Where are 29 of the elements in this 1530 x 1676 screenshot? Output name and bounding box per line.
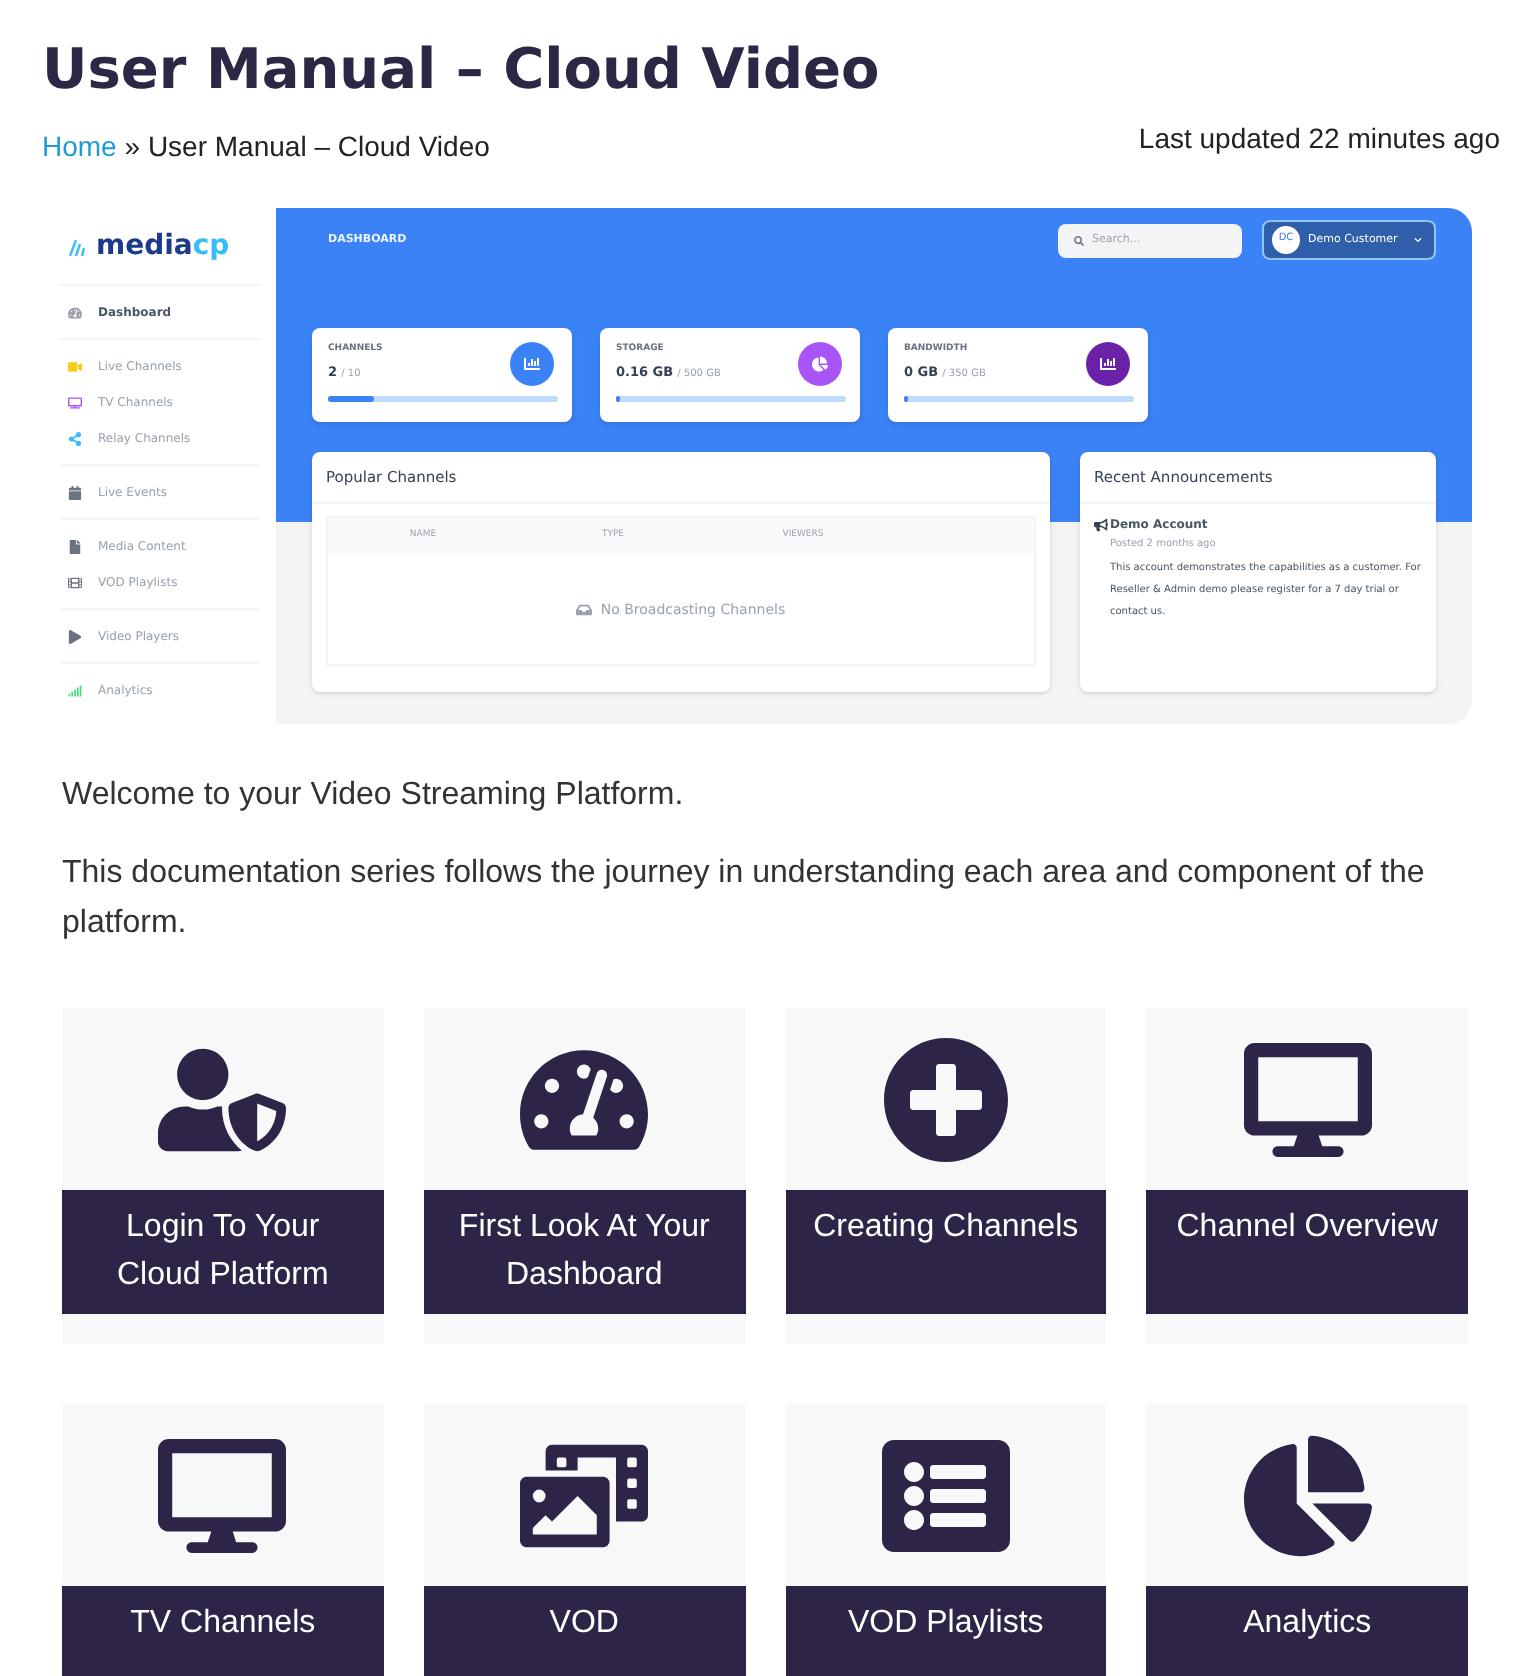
pie-chart-icon (1243, 1431, 1372, 1559)
paragraph: Welcome to your Video Streaming Platform. (62, 776, 686, 816)
paragraph: This documentation series follows the journey in understanding each area and component of the platform. (62, 854, 1427, 944)
tile-label: Analytics (1146, 1586, 1468, 1676)
tile-label: VOD (423, 1586, 745, 1676)
logo-icon (68, 236, 88, 256)
caret-icon (1413, 236, 1422, 244)
guide-tile[interactable]: TV Channels (62, 1404, 384, 1676)
guide-tile[interactable]: VOD Playlists (785, 1404, 1107, 1676)
search-icon (1074, 235, 1084, 245)
page-title: User Manual – Cloud Video (42, 34, 882, 106)
breadcrumb-current: User Manual – Cloud Video (147, 130, 490, 162)
guide-tile[interactable]: Creating Channels (785, 1008, 1107, 1344)
guide-tile[interactable]: Channel Overview (1146, 1008, 1468, 1344)
tile-label: TV Channels (62, 1586, 384, 1676)
last-updated: Last updated 22 minutes ago (1138, 120, 1500, 158)
tile-label: Channel Overview (1146, 1190, 1468, 1314)
tile-label: Creating Channels (785, 1190, 1107, 1314)
logo: mediacp (96, 232, 230, 260)
tile-label: First Look At Your Dashboard (423, 1190, 745, 1314)
tile-label: VOD Playlists (785, 1586, 1107, 1676)
breadcrumb-separator: » (122, 130, 143, 162)
inbox-icon (576, 601, 593, 618)
guide-tile[interactable]: Analytics (1146, 1404, 1468, 1676)
megaphone-icon (1094, 518, 1108, 533)
guide-tile[interactable]: VOD (423, 1404, 745, 1676)
guide-tile[interactable]: Login To Your Cloud Platform (62, 1008, 384, 1344)
guide-tile[interactable]: First Look At Your Dashboard (423, 1008, 745, 1344)
tile-label: Login To Your Cloud Platform (62, 1190, 384, 1314)
